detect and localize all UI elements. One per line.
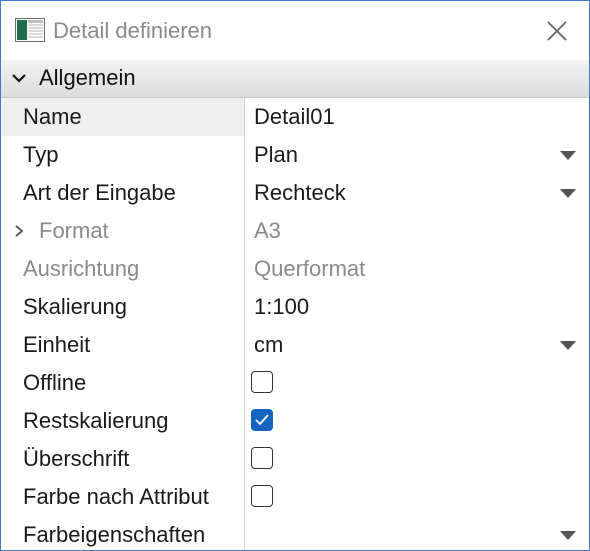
column-divider: [244, 516, 245, 550]
property-row-art-der-eingabe[interactable]: Art der Eingabe Rechteck: [1, 174, 589, 212]
column-divider: [244, 440, 245, 478]
property-row-einheit[interactable]: Einheit cm: [1, 326, 589, 364]
typ-dropdown[interactable]: Plan: [254, 141, 298, 169]
property-label: Name: [23, 104, 82, 129]
column-divider: [244, 402, 245, 440]
dropdown-arrow-icon[interactable]: [560, 341, 576, 350]
property-label: Skalierung: [23, 294, 127, 319]
table-app-icon: [15, 18, 45, 42]
column-divider: [244, 364, 245, 402]
ausrichtung-value: Querformat: [254, 256, 366, 281]
property-label: Einheit: [23, 332, 91, 357]
name-value-field[interactable]: Detail01: [254, 103, 335, 131]
column-divider: [244, 288, 245, 326]
property-label: Format: [39, 218, 109, 243]
column-divider: [244, 174, 245, 212]
art-der-eingabe-dropdown[interactable]: Rechteck: [254, 179, 346, 207]
window-title: Detail definieren: [53, 18, 212, 43]
section-header-allgemein[interactable]: Allgemein: [1, 60, 589, 98]
column-divider: [244, 136, 245, 174]
farbe-nach-attribut-checkbox[interactable]: [251, 485, 273, 507]
dialog-window: Detail definieren Allgemein Name Detail0…: [0, 0, 590, 551]
dropdown-arrow-icon[interactable]: [560, 189, 576, 198]
column-divider: [244, 326, 245, 364]
property-label: Überschrift: [23, 446, 130, 471]
property-label: Offline: [23, 370, 87, 395]
property-row-typ[interactable]: Typ Plan: [1, 136, 589, 174]
property-label: Farbeigenschaften: [23, 522, 206, 547]
format-value: A3: [254, 218, 281, 243]
column-divider: [244, 98, 245, 136]
chevron-down-icon: [12, 74, 26, 83]
checkmark-icon: [255, 414, 269, 426]
property-row-farbeigenschaften[interactable]: Farbeigenschaften: [1, 516, 589, 550]
property-label: Ausrichtung: [23, 256, 140, 281]
restskalierung-checkbox[interactable]: [251, 409, 273, 431]
title-bar: Detail definieren: [1, 1, 589, 59]
property-row-ausrichtung: Ausrichtung Querformat: [1, 250, 589, 288]
dropdown-arrow-icon[interactable]: [560, 151, 576, 160]
offline-checkbox[interactable]: [251, 371, 273, 393]
column-divider: [244, 250, 245, 288]
property-grid: Name Detail01 Typ Plan Art der Eingabe R…: [1, 98, 589, 550]
property-row-offline[interactable]: Offline: [1, 364, 589, 402]
einheit-dropdown[interactable]: cm: [254, 331, 283, 359]
close-icon[interactable]: [539, 13, 575, 49]
property-row-ueberschrift[interactable]: Überschrift: [1, 440, 589, 478]
column-divider: [244, 478, 245, 516]
dropdown-arrow-icon[interactable]: [560, 531, 576, 540]
property-row-skalierung[interactable]: Skalierung 1:100: [1, 288, 589, 326]
property-label: Farbe nach Attribut: [23, 484, 209, 509]
column-divider: [244, 212, 245, 250]
property-row-restskalierung[interactable]: Restskalierung: [1, 402, 589, 440]
skalierung-value-field[interactable]: 1:100: [254, 293, 309, 321]
property-label: Art der Eingabe: [23, 180, 176, 205]
property-row-farbe-nach-attribut[interactable]: Farbe nach Attribut: [1, 478, 589, 516]
property-label: Typ: [23, 142, 59, 167]
property-row-name[interactable]: Name Detail01: [1, 98, 589, 136]
property-row-format[interactable]: Format A3: [1, 212, 589, 250]
property-label: Restskalierung: [23, 408, 169, 433]
section-label: Allgemein: [39, 65, 136, 90]
chevron-right-icon[interactable]: [13, 223, 25, 239]
ueberschrift-checkbox[interactable]: [251, 447, 273, 469]
